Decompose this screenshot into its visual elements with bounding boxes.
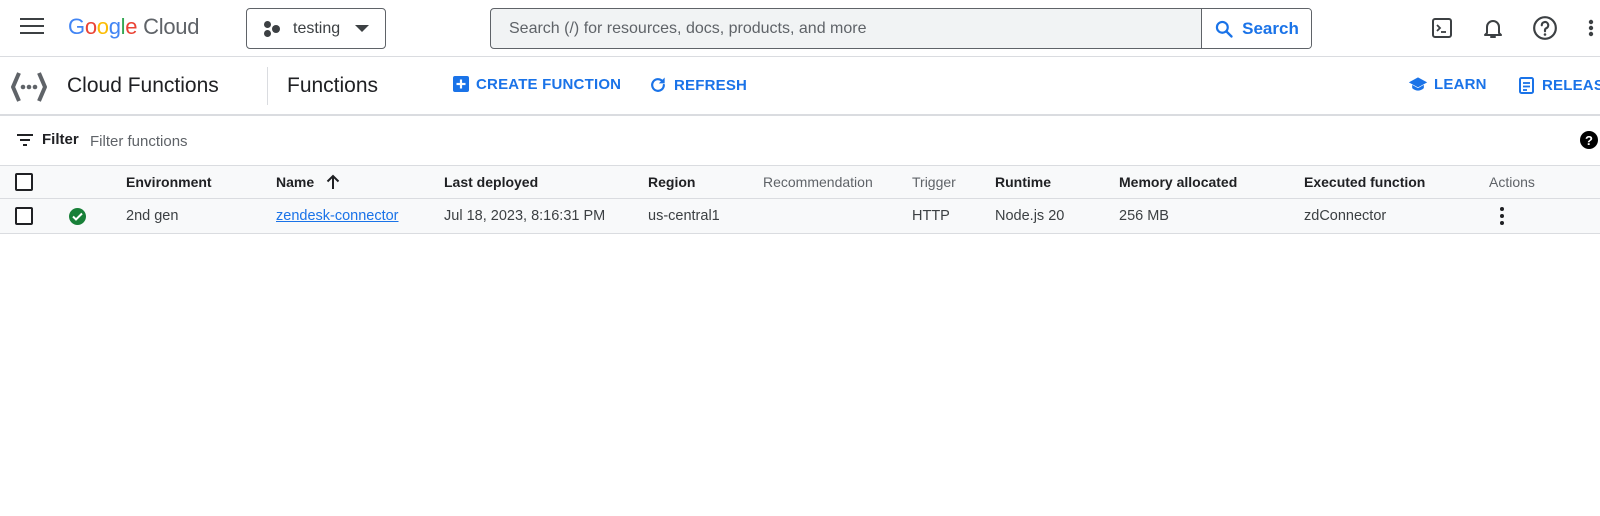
- search-input[interactable]: [491, 9, 1201, 48]
- column-header-actions: Actions: [1489, 174, 1535, 190]
- column-header-last-deployed[interactable]: Last deployed: [444, 166, 538, 198]
- terminal-icon[interactable]: [1428, 14, 1456, 42]
- table-header: Environment Name Last deployed Region Re…: [0, 165, 1600, 199]
- release-notes-label: RELEASE NOTES: [1542, 76, 1600, 94]
- status-cell: [69, 199, 86, 233]
- logo-letter: g: [108, 14, 121, 39]
- learn-button[interactable]: LEARN: [1408, 75, 1487, 93]
- environment-cell: 2nd gen: [126, 208, 179, 224]
- create-function-button[interactable]: CREATE FUNCTION: [452, 75, 621, 93]
- more-vert-icon[interactable]: [1584, 14, 1598, 42]
- menu-icon[interactable]: [20, 18, 44, 38]
- search-icon: [1215, 20, 1233, 38]
- column-header-environment[interactable]: Environment: [126, 166, 212, 198]
- release-notes-icon: [1519, 77, 1534, 94]
- runtime-cell: Node.js 20: [995, 208, 1065, 224]
- chevron-down-icon: [355, 25, 369, 32]
- logo-letter: o: [96, 14, 109, 39]
- cloud-functions-icon: [10, 69, 48, 105]
- last-deployed-cell: Jul 18, 2023, 8:16:31 PM: [444, 208, 606, 224]
- project-name: testing: [293, 19, 341, 37]
- project-picker[interactable]: testing: [246, 8, 386, 49]
- executed-function-cell: zdConnector: [1304, 208, 1387, 224]
- column-header-trigger: Trigger: [912, 174, 956, 190]
- filter-list-icon: [17, 133, 33, 146]
- refresh-button[interactable]: REFRESH: [648, 75, 747, 95]
- filter-label: Filter: [42, 131, 79, 148]
- search-button-label: Search: [1242, 18, 1299, 38]
- google-cloud-logo[interactable]: Google Cloud: [68, 14, 199, 40]
- function-name-link[interactable]: zendesk-connector: [276, 208, 399, 224]
- arrow-upward-icon: [326, 174, 340, 189]
- column-header-region[interactable]: Region: [648, 166, 695, 198]
- project-icon: [263, 20, 281, 38]
- logo-cloud-text: Cloud: [143, 14, 200, 39]
- region-cell: us-central1: [648, 208, 720, 224]
- select-all-checkbox[interactable]: [15, 173, 33, 191]
- search-button[interactable]: Search: [1201, 9, 1311, 48]
- page-title: Functions: [287, 74, 379, 97]
- refresh-label: REFRESH: [674, 76, 748, 94]
- functions-table: Environment Name Last deployed Region Re…: [0, 165, 1600, 234]
- filter-input[interactable]: [90, 127, 690, 155]
- row-checkbox[interactable]: [15, 207, 33, 225]
- add-box-icon: [453, 76, 469, 92]
- select-all-checkbox-cell: [15, 166, 33, 198]
- release-notes-button[interactable]: RELEASE NOTES: [1518, 75, 1600, 95]
- logo-letter: e: [125, 14, 138, 39]
- column-header-memory[interactable]: Memory allocated: [1119, 166, 1237, 198]
- column-header-executed-function[interactable]: Executed function: [1304, 166, 1425, 198]
- product-title[interactable]: Cloud Functions: [67, 74, 219, 98]
- learn-label: LEARN: [1434, 75, 1487, 93]
- logo-letter: o: [84, 14, 97, 39]
- column-header-name-label: Name: [276, 174, 315, 190]
- row-checkbox-cell: [15, 199, 33, 233]
- create-function-label: CREATE FUNCTION: [476, 75, 622, 93]
- name-cell: zendesk-connector: [276, 199, 399, 233]
- filter-button[interactable]: Filter: [16, 131, 79, 148]
- column-header-runtime[interactable]: Runtime: [995, 166, 1051, 198]
- column-header-recommendation: Recommendation: [763, 174, 873, 190]
- actions-cell: [1492, 199, 1512, 233]
- more-actions-icon[interactable]: [1492, 204, 1512, 228]
- bell-icon[interactable]: [1479, 14, 1507, 42]
- header-divider: [267, 67, 268, 105]
- memory-cell: 256 MB: [1119, 208, 1169, 224]
- filter-bar: Filter ?: [0, 117, 1600, 165]
- column-header-name[interactable]: Name: [276, 166, 340, 198]
- search-bar: Search: [490, 8, 1312, 49]
- table-row[interactable]: 2nd gen zendesk-connector Jul 18, 2023, …: [0, 199, 1600, 234]
- trigger-cell: HTTP: [912, 208, 950, 224]
- help-icon[interactable]: [1531, 14, 1559, 42]
- school-icon: [1408, 77, 1428, 91]
- top-app-bar: Google Cloud testing Search: [0, 0, 1600, 57]
- check-circle-icon: [69, 207, 86, 225]
- logo-letter: G: [68, 14, 85, 39]
- page-header: Cloud Functions Functions CREATE FUNCTIO…: [0, 57, 1600, 116]
- refresh-icon: [651, 77, 665, 92]
- help-icon[interactable]: ?: [1580, 131, 1598, 149]
